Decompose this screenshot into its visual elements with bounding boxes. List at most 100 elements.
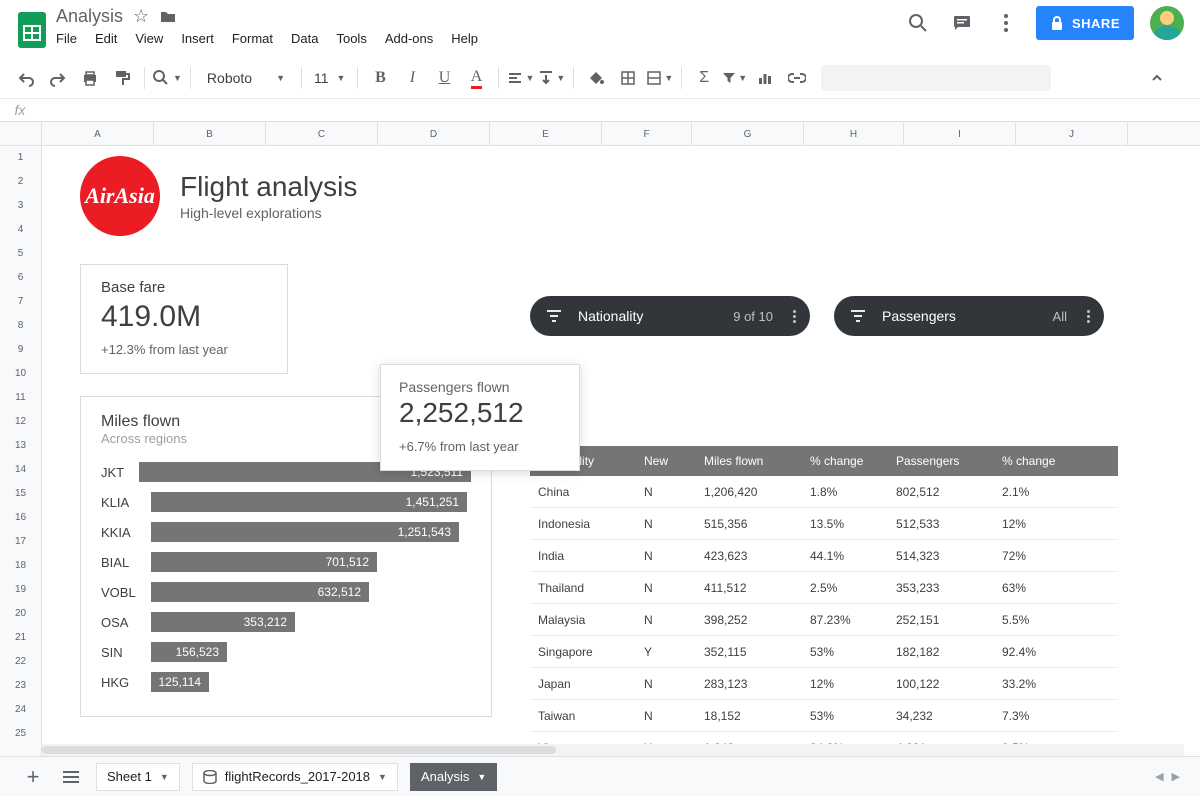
row-header[interactable]: 16 (0, 506, 41, 530)
more-icon[interactable] (992, 9, 1020, 37)
doc-title[interactable]: Analysis (56, 6, 123, 27)
star-icon[interactable]: ☆ (133, 6, 149, 27)
row-header[interactable]: 2 (0, 170, 41, 194)
column-header[interactable]: E (490, 122, 602, 146)
row-header[interactable]: 13 (0, 434, 41, 458)
tabs-scroll-right-icon[interactable]: ▶ (1172, 770, 1180, 783)
row-header[interactable]: 7 (0, 290, 41, 314)
collapse-toolbar-icon[interactable] (1150, 71, 1164, 85)
passengers-filter-pill[interactable]: Passengers All (834, 296, 1104, 336)
row-header[interactable]: 11 (0, 386, 41, 410)
column-header[interactable]: A (42, 122, 154, 146)
table-header[interactable]: Miles flown (696, 454, 802, 468)
table-row[interactable]: IndiaN423,62344.1%514,32372% (530, 540, 1118, 572)
table-row[interactable]: SingaporeY352,11553%182,18292.4% (530, 636, 1118, 668)
column-header[interactable]: J (1016, 122, 1128, 146)
row-header[interactable]: 17 (0, 530, 41, 554)
horizontal-scrollbar[interactable] (42, 744, 1184, 756)
tab-analysis[interactable]: Analysis▼ (410, 763, 497, 791)
functions-icon[interactable]: Σ (690, 64, 718, 92)
sheets-app-icon[interactable] (12, 10, 52, 50)
all-sheets-icon[interactable] (58, 764, 84, 790)
bold-icon[interactable]: B (366, 64, 394, 92)
column-header[interactable]: H (804, 122, 904, 146)
add-sheet-icon[interactable]: + (20, 764, 46, 790)
menu-add-ons[interactable]: Add-ons (385, 31, 433, 46)
column-header[interactable]: F (602, 122, 692, 146)
table-header[interactable]: New (636, 454, 696, 468)
column-header[interactable]: B (154, 122, 266, 146)
menu-insert[interactable]: Insert (181, 31, 214, 46)
filter-icon[interactable]: ▼ (722, 64, 747, 92)
row-header[interactable]: 20 (0, 602, 41, 626)
align-icon[interactable]: ▼ (507, 64, 534, 92)
borders-icon[interactable] (614, 64, 642, 92)
italic-icon[interactable]: I (398, 64, 426, 92)
menu-format[interactable]: Format (232, 31, 273, 46)
row-header[interactable]: 4 (0, 218, 41, 242)
table-header[interactable]: Passengers (888, 454, 994, 468)
print-icon[interactable] (76, 64, 104, 92)
tabs-scroll-left-icon[interactable]: ◀ (1155, 770, 1163, 783)
undo-icon[interactable] (12, 64, 40, 92)
row-header[interactable]: 19 (0, 578, 41, 602)
row-header[interactable]: 1 (0, 146, 41, 170)
nationality-filter-pill[interactable]: Nationality 9 of 10 (530, 296, 810, 336)
underline-icon[interactable]: U (430, 64, 458, 92)
row-header[interactable]: 25 (0, 722, 41, 746)
row-header[interactable]: 3 (0, 194, 41, 218)
font-size-select[interactable]: 11▼ (310, 70, 349, 86)
font-select[interactable]: Roboto▼ (199, 70, 293, 86)
row-header[interactable]: 6 (0, 266, 41, 290)
select-all-corner[interactable] (0, 122, 42, 146)
tab-sheet1[interactable]: Sheet 1▼ (96, 763, 180, 791)
fx-icon[interactable]: fx (0, 102, 40, 118)
passengers-filter-menu-icon[interactable] (1083, 310, 1094, 323)
row-header[interactable]: 22 (0, 650, 41, 674)
row-header[interactable]: 21 (0, 626, 41, 650)
menu-data[interactable]: Data (291, 31, 318, 46)
text-color-icon[interactable]: A (462, 64, 490, 92)
chart-icon[interactable] (751, 64, 779, 92)
tab-datasource[interactable]: flightRecords_2017-2018▼ (192, 763, 398, 791)
table-row[interactable]: ChinaN1,206,4201.8%802,5122.1% (530, 476, 1118, 508)
fill-color-icon[interactable] (582, 64, 610, 92)
menu-help[interactable]: Help (451, 31, 478, 46)
link-icon[interactable] (783, 64, 811, 92)
table-row[interactable]: ThailandN411,5122.5%353,23363% (530, 572, 1118, 604)
row-header[interactable]: 15 (0, 482, 41, 506)
column-header[interactable]: I (904, 122, 1016, 146)
share-button[interactable]: SHARE (1036, 6, 1134, 40)
column-header[interactable]: G (692, 122, 804, 146)
table-row[interactable]: TaiwanN18,15253%34,2327.3% (530, 700, 1118, 732)
search-icon[interactable] (904, 9, 932, 37)
table-row[interactable]: JapanN283,12312%100,12233.2% (530, 668, 1118, 700)
column-header[interactable]: D (378, 122, 490, 146)
paint-format-icon[interactable] (108, 64, 136, 92)
menu-tools[interactable]: Tools (336, 31, 366, 46)
row-header[interactable]: 8 (0, 314, 41, 338)
row-header[interactable]: 18 (0, 554, 41, 578)
row-header[interactable]: 14 (0, 458, 41, 482)
menu-view[interactable]: View (135, 31, 163, 46)
row-header[interactable]: 12 (0, 410, 41, 434)
row-header[interactable]: 9 (0, 338, 41, 362)
table-row[interactable]: IndonesiaN515,35613.5%512,53312% (530, 508, 1118, 540)
table-header[interactable]: % change (994, 454, 1084, 468)
account-avatar[interactable] (1150, 6, 1184, 40)
row-header[interactable]: 10 (0, 362, 41, 386)
comments-icon[interactable] (948, 9, 976, 37)
row-header[interactable]: 24 (0, 698, 41, 722)
zoom-icon[interactable]: ▼ (153, 64, 182, 92)
merge-icon[interactable]: ▼ (646, 64, 673, 92)
nationality-filter-menu-icon[interactable] (789, 310, 800, 323)
table-row[interactable]: MalaysiaN398,25287.23%252,1515.5% (530, 604, 1118, 636)
row-header[interactable]: 23 (0, 674, 41, 698)
move-folder-icon[interactable] (159, 8, 177, 26)
redo-icon[interactable] (44, 64, 72, 92)
menu-file[interactable]: File (56, 31, 77, 46)
valign-icon[interactable]: ▼ (538, 64, 565, 92)
table-header[interactable]: % change (802, 454, 888, 468)
column-header[interactable]: C (266, 122, 378, 146)
row-header[interactable]: 5 (0, 242, 41, 266)
